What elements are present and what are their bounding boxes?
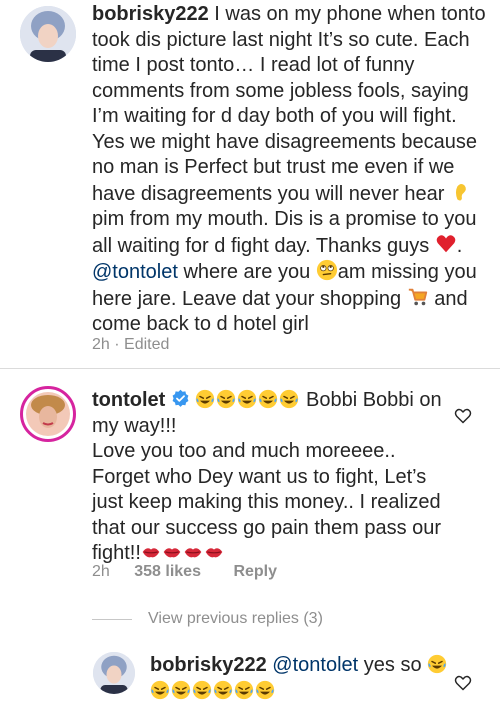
shopping-cart-emoji (407, 288, 429, 310)
kiss-lips-emoji (141, 542, 225, 564)
view-previous-replies-link[interactable]: View previous replies (3) (148, 610, 323, 628)
avatar-with-story-ring[interactable] (20, 386, 76, 442)
comment-text: bobrisky222 I was on my phone when tonto… (92, 3, 492, 335)
ear-emoji (450, 183, 472, 205)
avatar[interactable] (93, 652, 135, 694)
reply-button[interactable]: Reply (233, 563, 277, 580)
comment-time: 2h (92, 563, 110, 580)
reply-text: bobrisky222 @tontolet yes so (150, 653, 470, 704)
mention-link[interactable]: @tontolet (272, 654, 358, 676)
likes-count[interactable]: 358 likes (134, 563, 201, 580)
comment-meta: 2h 358 likes Reply (92, 563, 277, 581)
comment-block-bobrisky222: bobrisky222 I was on my phone when tonto… (0, 0, 500, 369)
comment-text: tontolet Bobbi Bobbi on my way!!! Love y… (92, 389, 442, 564)
divider-line (92, 619, 132, 620)
avatar[interactable] (20, 6, 76, 62)
mention-link[interactable]: @tontolet (92, 261, 178, 283)
comment-username[interactable]: bobrisky222 (150, 654, 267, 676)
laughing-tears-emoji (195, 389, 300, 411)
heart-outline-icon[interactable] (454, 408, 472, 424)
verified-badge-icon (171, 389, 190, 411)
comment-meta: 2h · Edited (92, 336, 169, 354)
comment-time: 2h (92, 336, 110, 353)
comment-username[interactable]: tontolet (92, 389, 165, 411)
rolling-eyes-emoji (316, 259, 338, 283)
comment-username[interactable]: bobrisky222 (92, 3, 209, 25)
edited-label: · Edited (114, 336, 170, 353)
heart-outline-icon[interactable] (454, 675, 472, 691)
red-heart-emoji (435, 234, 457, 257)
